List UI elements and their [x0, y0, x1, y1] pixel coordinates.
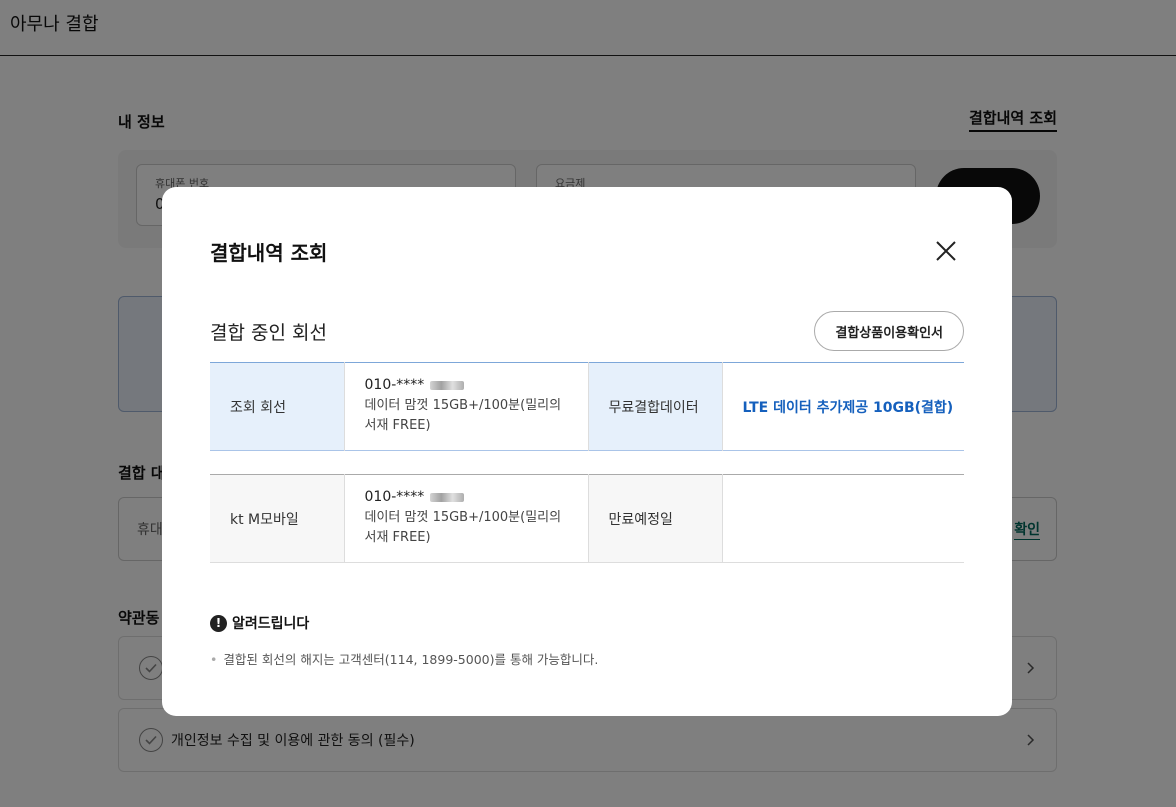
modal-title: 결합내역 조회 — [210, 241, 328, 265]
line-plan: 데이터 맘껏 15GB+/100분(밀리의 서재 FREE) — [364, 398, 562, 433]
benefit-value: LTE 데이터 추가제공 10GB(결합) — [742, 399, 954, 416]
close-button[interactable] — [934, 239, 958, 263]
row-header: 조회 회선 — [210, 362, 345, 451]
value-cell: LTE 데이터 추가제공 10GB(결합) — [722, 363, 964, 451]
history-modal: 결합내역 조회 결합 중인 회선 결합상품이용확인서 조회 회선 010-***… — [162, 187, 1012, 716]
notice-title: 알려드립니다 — [232, 616, 310, 632]
value-cell — [722, 475, 964, 563]
table-row: kt M모바일 010-**** 데이터 맘껏 15GB+/100분(밀리의 서… — [210, 474, 964, 563]
value-header: 무료결합데이터 — [588, 362, 723, 451]
masked-number — [430, 492, 465, 502]
value-header: 만료예정일 — [588, 474, 723, 563]
line-number: 010-**** — [365, 377, 568, 393]
line-table-primary: 조회 회선 010-**** 데이터 맘껏 15GB+/100분(밀리의 서재 … — [210, 362, 964, 451]
table-row: 조회 회선 010-**** 데이터 맘껏 15GB+/100분(밀리의 서재 … — [210, 362, 964, 451]
exclamation-icon: ! — [210, 614, 227, 632]
line-cell: 010-**** 데이터 맘껏 15GB+/100분(밀리의 서재 FREE) — [344, 474, 589, 563]
confirmation-certificate-button[interactable]: 결합상품이용확인서 — [814, 311, 964, 351]
bullet-icon: • — [210, 652, 218, 667]
row-header: kt M모바일 — [210, 474, 345, 563]
line-number: 010-**** — [365, 489, 568, 505]
line-plan: 데이터 맘껏 15GB+/100분(밀리의 서재 FREE) — [364, 510, 562, 545]
close-icon — [936, 241, 956, 261]
section-header: 결합 중인 회선 결합상품이용확인서 — [210, 311, 964, 351]
notice-text: • 결합된 회선의 해지는 고객센터(114, 1899-5000)를 통해 가능… — [210, 652, 599, 667]
line-cell: 010-**** 데이터 맘껏 15GB+/100분(밀리의 서재 FREE) — [344, 362, 589, 451]
section-title: 결합 중인 회선 — [210, 321, 327, 344]
masked-number — [430, 380, 465, 390]
line-table-secondary: kt M모바일 010-**** 데이터 맘껏 15GB+/100분(밀리의 서… — [210, 474, 964, 563]
notice-header: ! 알려드립니다 — [210, 613, 309, 633]
